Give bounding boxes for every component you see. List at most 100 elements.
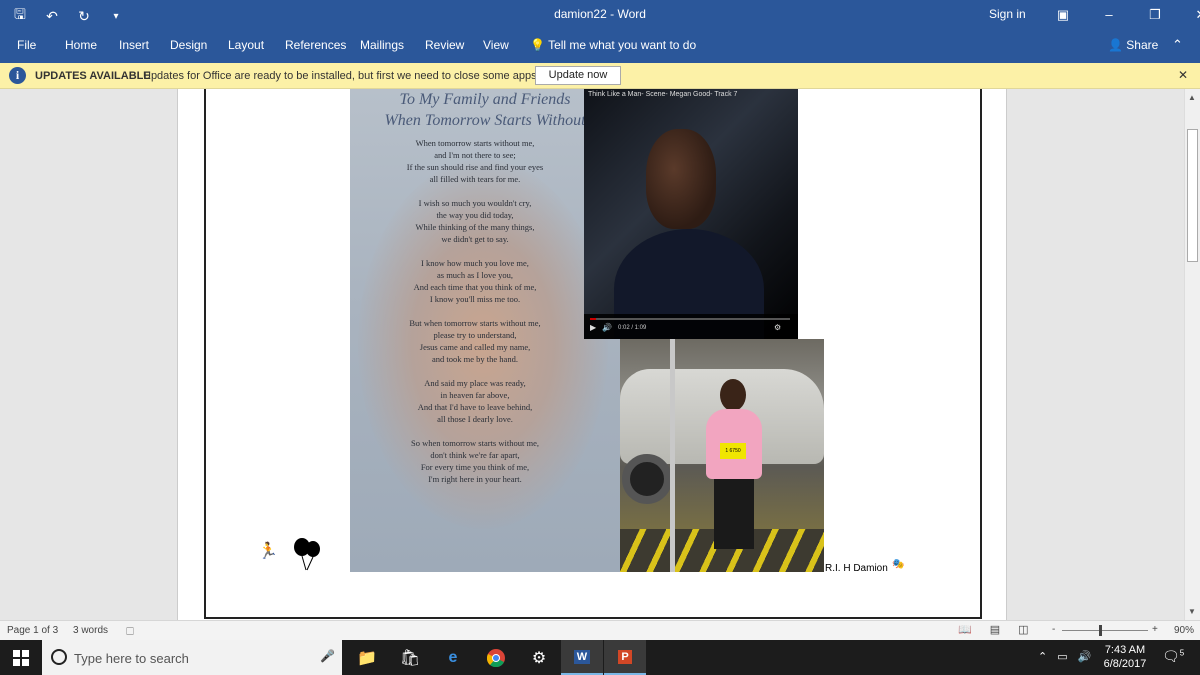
balloons-icon[interactable] xyxy=(292,537,322,571)
zoom-slider[interactable] xyxy=(1062,630,1148,631)
info-icon: i xyxy=(9,67,26,84)
person-pants xyxy=(714,479,754,549)
tell-me-label: Tell me what you want to do xyxy=(548,38,697,52)
tab-file[interactable]: File xyxy=(17,38,36,52)
poem-image[interactable]: To My Family and Friends When Tomorrow S… xyxy=(350,89,620,572)
notification-count: 5 xyxy=(1179,648,1185,658)
poem-line: So when tomorrow starts without me, xyxy=(411,438,539,448)
close-icon[interactable]: ✕ xyxy=(1178,0,1200,29)
app-name: Word xyxy=(617,7,646,21)
poem-line: I know how much you love me, xyxy=(421,258,529,268)
tab-insert[interactable]: Insert xyxy=(119,38,149,52)
page-count[interactable]: Page 1 of 3 xyxy=(7,625,58,636)
person-head xyxy=(720,379,746,411)
tab-layout[interactable]: Layout xyxy=(228,38,264,52)
system-tray: ⌃ ▭ 🔊 xyxy=(1038,650,1091,663)
taskbar-search[interactable]: Type here to search 🎤 xyxy=(42,640,342,675)
poem-line: If the sun should rise and find your eye… xyxy=(406,162,544,172)
tab-mailings[interactable]: Mailings xyxy=(360,38,404,52)
chevron-up-icon[interactable]: ⌃ xyxy=(1038,650,1047,663)
sign-in-link[interactable]: Sign in xyxy=(989,7,1026,21)
poem-line: For every time you think of me, xyxy=(420,462,530,472)
tab-design[interactable]: Design xyxy=(170,38,207,52)
updates-message: Updates for Office are ready to be insta… xyxy=(143,70,540,82)
tab-view[interactable]: View xyxy=(483,38,509,52)
poem-line: And each time that you think of me, xyxy=(413,282,537,292)
poem-line: and I'm not there to see; xyxy=(434,150,516,160)
race-bib: 1 6750 xyxy=(720,443,746,459)
status-bar: Page 1 of 3 3 words 🗆 📖 ▤ ◫ - + 90% xyxy=(0,620,1200,640)
vertical-scrollbar[interactable]: ▲ ▼ xyxy=(1184,89,1200,620)
restore-icon[interactable]: ❐ xyxy=(1132,0,1178,29)
video-progress-fill xyxy=(590,318,596,320)
tire xyxy=(622,454,672,504)
share-button[interactable]: 👤 Share xyxy=(1108,38,1158,52)
caption-text: R.I. H Damion xyxy=(825,563,888,574)
web-layout-icon[interactable]: ◫ xyxy=(1018,623,1028,636)
chrome-icon[interactable] xyxy=(475,640,517,675)
tab-home[interactable]: Home xyxy=(65,38,97,52)
collapse-ribbon-icon[interactable]: ⌃ xyxy=(1172,37,1183,53)
poem-stanza: I know how much you love me, as much as … xyxy=(350,257,600,305)
poem-line: as much as I love you, xyxy=(436,270,513,280)
poem-line: in heaven far above, xyxy=(440,390,510,400)
zoom-level[interactable]: 90% xyxy=(1174,625,1194,636)
title-separator: - xyxy=(610,7,615,21)
runner-icon[interactable]: 🏃 xyxy=(258,541,278,561)
video-face xyxy=(646,129,716,229)
tell-me-search[interactable]: 💡 Tell me what you want to do xyxy=(530,38,696,52)
zoom-slider-handle[interactable] xyxy=(1099,625,1102,636)
poem-title: To My Family and Friends When Tomorrow S… xyxy=(350,89,620,131)
video-screenshot[interactable]: Think Like a Man- Scene- Megan Good- Tra… xyxy=(584,89,798,339)
volume-icon: 🔊 xyxy=(602,323,612,332)
powerpoint-icon[interactable]: P xyxy=(604,640,646,675)
microphone-icon[interactable]: 🎤 xyxy=(320,649,335,663)
windows-start-icon[interactable] xyxy=(0,640,42,675)
poem-title-line: To My Family and Friends xyxy=(399,91,571,108)
scroll-down-icon[interactable]: ▼ xyxy=(1188,607,1196,616)
poem-stanza: I wish so much you wouldn't cry, the way… xyxy=(350,197,600,245)
volume-icon[interactable]: 🔊 xyxy=(1078,650,1092,663)
tab-review[interactable]: Review xyxy=(425,38,464,52)
poem-title-line: When Tomorrow Starts Without xyxy=(384,112,586,129)
action-center-icon[interactable]: 🗨5 xyxy=(1162,648,1184,665)
pole xyxy=(670,339,675,572)
poem-line: I know you'll miss me too. xyxy=(429,294,521,304)
clock[interactable]: 7:43 AM 6/8/2017 xyxy=(1100,643,1150,671)
taskbar: Type here to search 🎤 📁 🛍 e ⚙ W P ⌃ ▭ 🔊 … xyxy=(0,640,1200,675)
store-icon[interactable]: 🛍 xyxy=(389,640,431,675)
poem-line: all filled with tears for me. xyxy=(429,174,521,184)
ribbon-display-options-icon[interactable]: ▣ xyxy=(1040,0,1086,29)
page-border: To My Family and Friends When Tomorrow S… xyxy=(204,89,982,619)
document-name: damion22 xyxy=(554,7,607,21)
close-icon[interactable]: ✕ xyxy=(1178,68,1188,82)
print-layout-icon[interactable]: ▤ xyxy=(990,623,1000,636)
document-page[interactable]: To My Family and Friends When Tomorrow S… xyxy=(177,89,1007,620)
poem-body: When tomorrow starts without me, and I'm… xyxy=(350,137,600,497)
poem-line: the way you did today, xyxy=(436,210,514,220)
read-mode-icon[interactable]: 📖 xyxy=(958,623,972,636)
window-controls: ▣ – ❐ ✕ xyxy=(1040,0,1200,29)
word-icon[interactable]: W xyxy=(561,640,603,675)
minimize-icon[interactable]: – xyxy=(1086,0,1132,29)
document-canvas[interactable]: To My Family and Friends When Tomorrow S… xyxy=(0,89,1184,620)
zoom-in-button[interactable]: + xyxy=(1152,624,1158,635)
tab-references[interactable]: References xyxy=(285,38,346,52)
poem-line: Jesus came and called my name, xyxy=(419,342,531,352)
poem-line: But when tomorrow starts without me, xyxy=(409,318,541,328)
edge-icon[interactable]: e xyxy=(432,640,474,675)
word-count[interactable]: 3 words xyxy=(73,625,108,636)
poem-line: all those I dearly love. xyxy=(437,414,513,424)
video-controls: ▶ 🔊 0:02 / 1:09 ⚙ xyxy=(584,314,798,339)
zoom-out-button[interactable]: - xyxy=(1052,624,1055,635)
scroll-thumb[interactable] xyxy=(1187,129,1198,262)
video-title: Think Like a Man- Scene- Megan Good- Tra… xyxy=(588,91,738,98)
scroll-up-icon[interactable]: ▲ xyxy=(1188,93,1196,102)
battery-icon[interactable]: ▭ xyxy=(1057,650,1067,663)
settings-icon[interactable]: ⚙ xyxy=(518,640,560,675)
updates-title: UPDATES AVAILABLE xyxy=(35,70,151,82)
clock-time: 7:43 AM xyxy=(1104,644,1146,656)
runner-photo[interactable]: 1 6750 xyxy=(620,339,824,572)
file-explorer-icon[interactable]: 📁 xyxy=(346,640,388,675)
update-now-button[interactable]: Update now xyxy=(535,66,621,85)
